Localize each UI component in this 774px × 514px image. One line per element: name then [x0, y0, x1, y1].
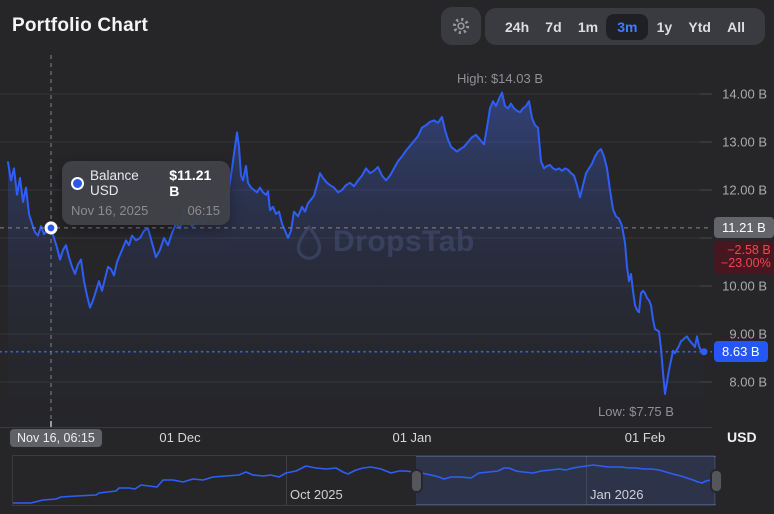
- x-axis-label: 01 Feb: [625, 430, 665, 445]
- tooltip-time: 06:15: [187, 203, 220, 218]
- x-hover-badge: Nov 16, 06:15: [10, 429, 102, 447]
- range-navigator[interactable]: Oct 2025Jan 2026: [12, 455, 715, 506]
- portfolio-chart-panel: Portfolio Chart 24h7d1m3m1yYtdAll 14.00: [0, 0, 774, 514]
- y-axis-label: 10.00 B: [708, 279, 770, 294]
- series-dot-icon: [71, 177, 84, 190]
- x-hover-tick: [50, 421, 52, 427]
- range-button-ytd[interactable]: Ytd: [680, 14, 719, 40]
- droplet-logo-icon: [294, 224, 324, 260]
- y-axis-label: 8.00 B: [708, 375, 770, 390]
- change-badge: −2.58 B −23.00%: [714, 241, 774, 274]
- range-button-24h[interactable]: 24h: [497, 14, 537, 40]
- range-button-7d[interactable]: 7d: [537, 14, 569, 40]
- x-axis-label: 01 Jan: [392, 430, 431, 445]
- navigator-svg: [13, 456, 716, 507]
- range-button-all[interactable]: All: [719, 14, 753, 40]
- gear-icon: [450, 15, 472, 37]
- y-axis-label: 9.00 B: [708, 327, 770, 342]
- settings-button[interactable]: [441, 7, 481, 45]
- tooltip-value: $11.21 B: [169, 167, 220, 199]
- time-range-selector: 24h7d1m3m1yYtdAll: [485, 8, 765, 45]
- navigator-handle-left[interactable]: [410, 469, 423, 493]
- navigator-line: [13, 465, 714, 503]
- tooltip: Balance USD $11.21 B Nov 16, 2025 06:15: [62, 161, 230, 225]
- range-button-1y[interactable]: 1y: [649, 14, 681, 40]
- current-value-badge: 8.63 B: [714, 341, 768, 362]
- navigator-handle-right[interactable]: [710, 469, 723, 493]
- page-title: Portfolio Chart: [12, 15, 148, 37]
- y-axis-label: 14.00 B: [708, 87, 770, 102]
- y-axis-label: 13.00 B: [708, 135, 770, 150]
- x-axis-label: 01 Dec: [159, 430, 200, 445]
- change-absolute: −2.58 B: [721, 244, 771, 258]
- tooltip-series-label: Balance USD: [90, 168, 163, 198]
- low-label: Low: $7.75 B: [598, 404, 674, 419]
- watermark: DropsTab: [294, 224, 475, 260]
- high-label: High: $14.03 B: [457, 71, 543, 86]
- currency-toggle[interactable]: USD: [727, 429, 757, 445]
- watermark-text: DropsTab: [333, 225, 475, 259]
- range-button-3m[interactable]: 3m: [606, 14, 648, 40]
- hover-value-badge: 11.21 B: [714, 217, 774, 238]
- change-percent: −23.00%: [721, 257, 771, 271]
- y-axis-label: 12.00 B: [708, 183, 770, 198]
- x-axis-line: [0, 427, 712, 428]
- tooltip-date: Nov 16, 2025: [71, 203, 148, 218]
- range-button-1m[interactable]: 1m: [570, 14, 606, 40]
